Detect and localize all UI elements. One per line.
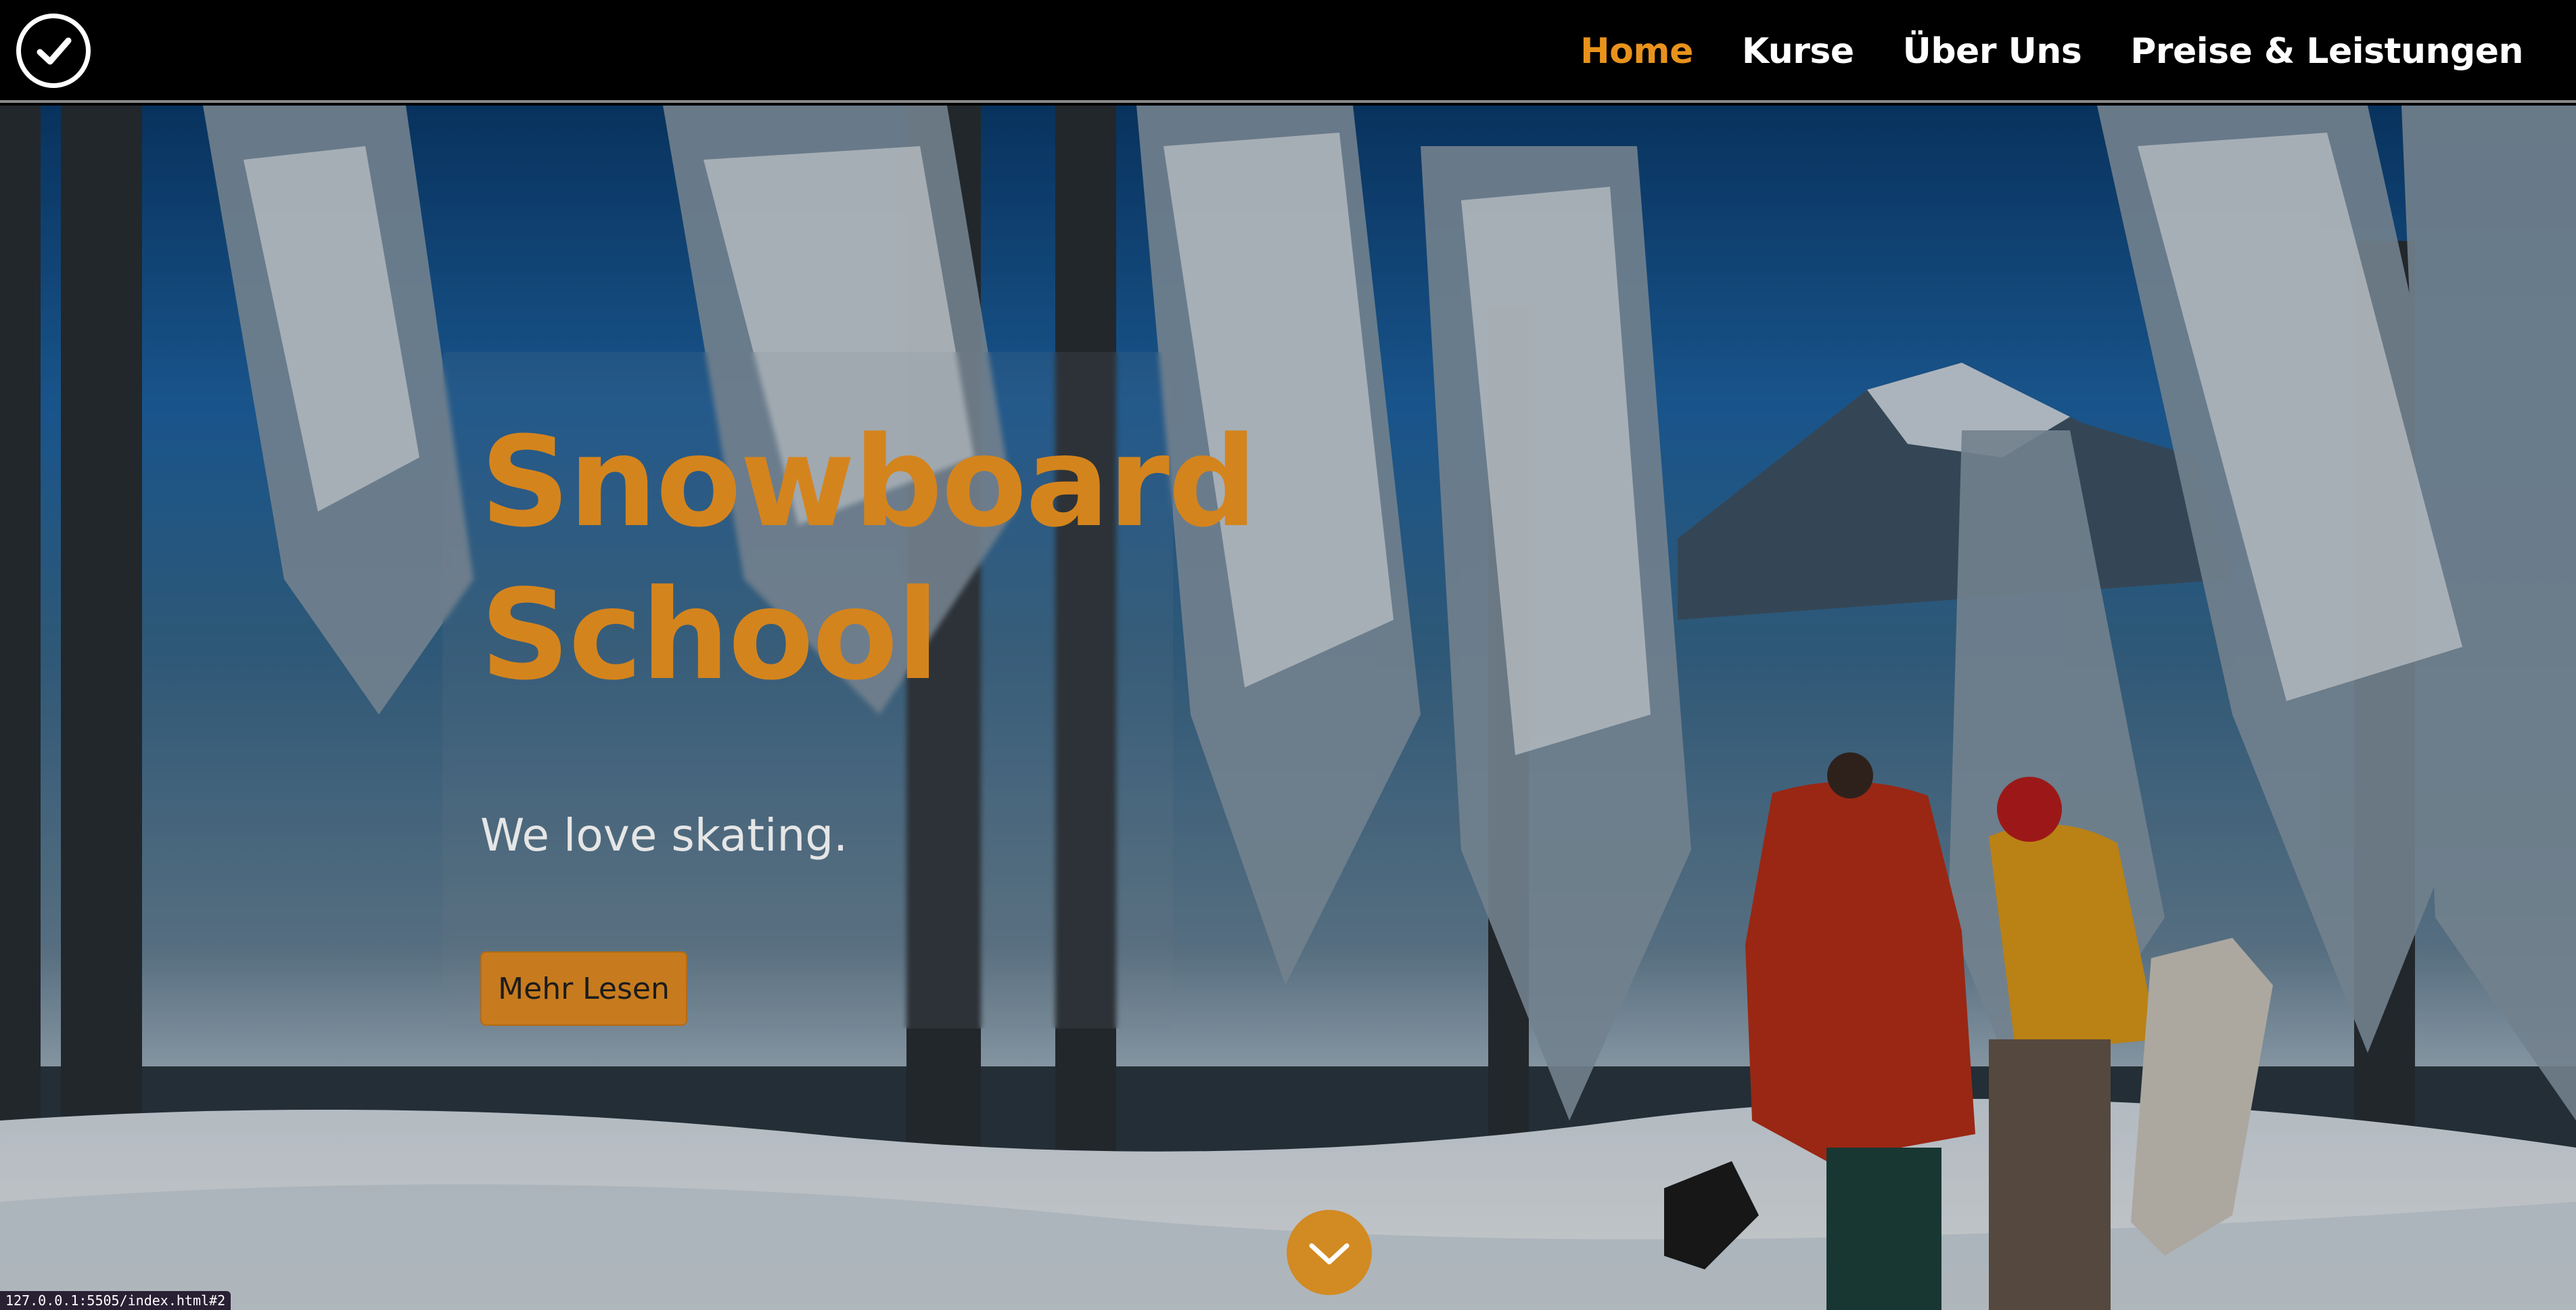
chevron-down-icon	[1309, 1243, 1350, 1265]
status-bar-url: 127.0.0.1:5505/index.html#2	[0, 1291, 231, 1310]
nav-kurse[interactable]: Kurse	[1742, 27, 1854, 76]
hero-overlay	[0, 106, 2576, 1310]
mehr-lesen-button[interactable]: Mehr Lesen	[480, 951, 687, 1026]
hero-title-line2: School	[480, 563, 939, 708]
nav-preise-leistungen[interactable]: Preise & Leistungen	[2130, 27, 2523, 76]
nav-ueber-uns[interactable]: Über Uns	[1903, 27, 2082, 76]
hero-section	[0, 106, 2576, 1310]
hero-title-line1: Snowboard	[480, 410, 1258, 555]
hero-subtitle: We love skating.	[480, 809, 848, 861]
main-nav: Home Kurse Über Uns Preise & Leistungen	[1580, 27, 2523, 76]
scroll-down-button[interactable]	[1287, 1210, 1372, 1295]
check-circle-icon[interactable]	[16, 14, 91, 88]
nav-home[interactable]: Home	[1580, 27, 1693, 76]
top-navbar: Home Kurse Über Uns Preise & Leistungen	[0, 0, 2576, 103]
hero-title: Snowboard School	[480, 406, 1258, 712]
